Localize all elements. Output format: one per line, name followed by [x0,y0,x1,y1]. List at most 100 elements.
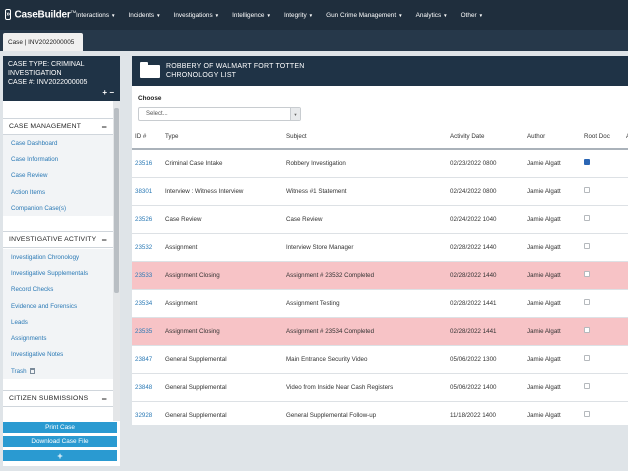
sidebar-item-companion-case-s-[interactable]: Companion Case(s) [3,200,113,216]
row-id-link[interactable]: 23847 [132,345,162,374]
root-doc-checkbox[interactable] [584,271,590,277]
sidebar-item-investigative-supplementals[interactable]: Investigative Supplementals [3,265,113,281]
tab-case[interactable]: Case | INV2022000005 [3,33,83,51]
collapse-icon[interactable]: − [102,235,107,245]
sidebar-item-investigative-notes[interactable]: Investigative Notes [3,347,113,363]
table-row[interactable]: 23847 General Supplemental Main Entrance S… [132,345,628,374]
sidebar-item-leads[interactable]: Leads [3,314,113,330]
column-header[interactable]: ID # [132,124,162,150]
table-row[interactable]: 23526 Case Review Case Review 02/24/2022 10… [132,205,628,234]
root-doc-checkbox[interactable] [584,355,590,361]
row-date: 02/24/2022 0800 [447,177,524,206]
choose-select[interactable]: Select... ▼ [138,107,301,121]
sidebar-item-label: Case Review [11,172,48,180]
row-root-doc [581,317,623,346]
collapse-icon[interactable]: − [102,122,107,132]
row-date: 02/24/2022 1040 [447,205,524,234]
table-row[interactable]: 23534 Assignment Assignment Testing 02/28/2… [132,289,628,318]
chevron-down-icon: ▼ [156,12,161,18]
row-date: 05/06/2022 1400 [447,373,524,402]
nav-label: Intelligence [232,11,265,19]
nav-item-intelligence[interactable]: Intelligence ▼ [232,12,271,19]
row-id-link[interactable]: 23526 [132,205,162,234]
sidebar-item-trash[interactable]: Trash [3,363,113,379]
root-doc-checkbox[interactable] [584,215,590,221]
nav-label: Gun Crime Management [326,11,397,19]
nav-item-integrity[interactable]: Integrity ▼ [284,12,313,19]
row-id-link[interactable]: 23848 [132,373,162,402]
sidebar-item-case-review[interactable]: Case Review [3,168,113,184]
top-nav: » CaseBuilderTM Interactions ▼ Incidents ▼ I… [0,0,628,30]
case-expand-collapse-icons[interactable]: + − [102,88,114,97]
nav-item-incidents[interactable]: Incidents ▼ [129,12,161,19]
table-row[interactable]: 38301 Interview : Witness Interview Witnes… [132,177,628,206]
table-row[interactable]: 32928 General Supplemental General Supplem… [132,401,628,425]
sidebar-item-label: Action Items [11,188,46,196]
chevron-down-icon[interactable]: ▼ [290,108,300,120]
nav-item-analytics[interactable]: Analytics ▼ [416,12,448,19]
column-header[interactable]: A [623,124,628,150]
table-row[interactable]: 23516 Criminal Case Intake Robbery Investi… [132,149,628,178]
brand[interactable]: » CaseBuilderTM [0,9,76,21]
row-subject: Main Entrance Security Video [283,345,447,374]
row-subject: Interview Store Manager [283,233,447,262]
row-type: General Supplemental [162,345,283,374]
row-subject: Assignment Testing [283,289,447,318]
table-row[interactable]: 23535 Assignment Closing Assignment # 2353… [132,317,628,346]
row-id-link[interactable]: 32928 [132,401,162,425]
row-extra [623,149,628,178]
sidebar-item-investigation-chronology[interactable]: Investigation Chronology [3,249,113,265]
nav-item-investigations[interactable]: Investigations ▼ [174,12,220,19]
root-doc-checkbox[interactable] [584,299,590,305]
row-id-link[interactable]: 23534 [132,289,162,318]
column-header[interactable]: Subject [283,124,447,150]
sidebar-item-evidence-and-forensics[interactable]: Evidence and Forensics [3,298,113,314]
row-root-doc [581,373,623,402]
table-row[interactable]: 23532 Assignment Interview Store Manager 02… [132,233,628,262]
nav-item-other[interactable]: Other ▼ [461,12,483,19]
table-row[interactable]: 23848 General Supplemental Video from Insi… [132,373,628,402]
section-investigative-activity[interactable]: INVESTIGATIVE ACTIVITY − [3,231,113,248]
sidebar-scroll-thumb[interactable] [114,108,119,293]
section-citizen-submissions[interactable]: CITIZEN SUBMISSIONS − [3,390,113,407]
row-author: Jamie Algatt [524,317,581,346]
download-case-file-button[interactable]: Download Case File [3,436,117,447]
root-doc-checkbox[interactable] [584,187,590,193]
root-doc-checkbox[interactable] [584,243,590,249]
nav-item-interactions[interactable]: Interactions ▼ [76,12,116,19]
page-title: ROBBERY OF WALMART FORT TOTTEN CHRONOLOG… [166,62,305,80]
root-doc-checkbox[interactable] [584,383,590,389]
section-case-management[interactable]: CASE MANAGEMENT − [3,118,113,135]
sidebar-item-assignments[interactable]: Assignments [3,330,113,346]
nav-label: Analytics [415,11,442,19]
sidebar-item-case-information[interactable]: Case Information [3,151,113,167]
row-type: General Supplemental [162,401,283,425]
add-button[interactable]: + [3,450,117,461]
row-root-doc [581,261,623,290]
root-doc-checkbox[interactable] [584,327,590,333]
chevron-down-icon: ▼ [478,12,484,18]
sidebar-item-action-items[interactable]: Action Items [3,184,113,200]
collapse-icon[interactable]: − [102,394,107,404]
row-id-link[interactable]: 38301 [132,177,162,206]
sidebar-item-case-dashboard[interactable]: Case Dashboard [3,135,113,151]
column-header[interactable]: Type [162,124,283,150]
column-header[interactable]: Activity Date [447,124,524,150]
row-id-link[interactable]: 23533 [132,261,162,290]
row-extra [623,177,628,206]
row-id-link[interactable]: 23535 [132,317,162,346]
root-doc-checkbox[interactable] [584,411,590,417]
row-type: Interview : Witness Interview [162,177,283,206]
print-case-button[interactable]: Print Case [3,422,117,433]
sidebar-item-record-checks[interactable]: Record Checks [3,282,113,298]
root-doc-checkbox[interactable] [584,159,590,166]
table-row[interactable]: 23533 Assignment Closing Assignment # 2353… [132,261,628,290]
nav-item-gun-crime-management[interactable]: Gun Crime Management ▼ [326,12,402,19]
row-id-link[interactable]: 23516 [132,149,162,178]
column-header[interactable]: Author [524,124,581,150]
row-id-link[interactable]: 23532 [132,233,162,262]
investigative-activity-links: Investigation Chronology Investigative Su… [3,249,113,380]
column-header[interactable]: Root Doc [581,124,623,150]
chevron-down-icon: ▼ [398,12,403,18]
row-author: Jamie Algatt [524,233,581,262]
